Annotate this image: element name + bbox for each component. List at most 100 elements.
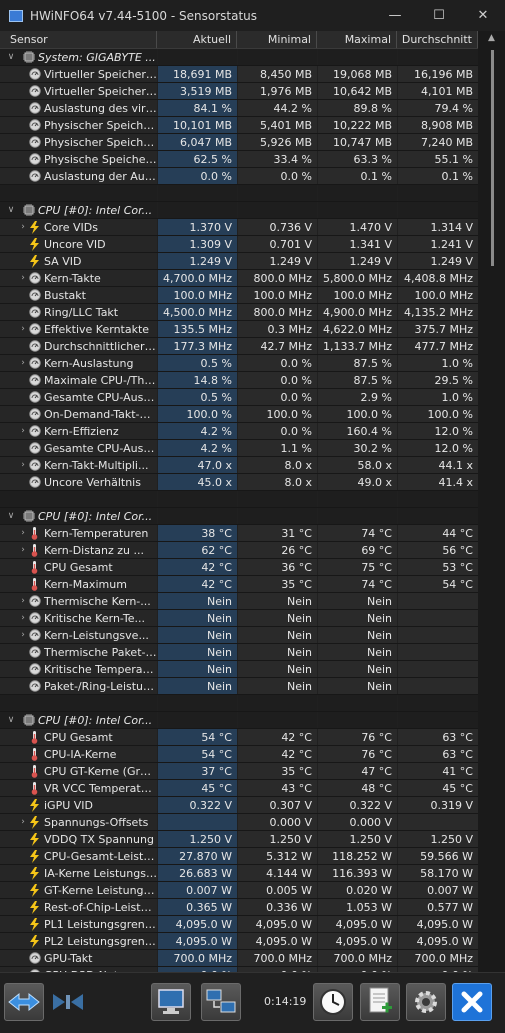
sensor-row[interactable]: GPU-Takt 700.0 MHz 700.0 MHz 700.0 MHz 700.0… [0, 950, 478, 967]
sensor-row[interactable]: › Kern-Auslastung 0.5 % 0.0 % 87.5 % 1.0 % [0, 355, 478, 372]
sensor-row[interactable]: CPU-IA-Kerne 54 °C 42 °C 76 °C 63 °C [0, 746, 478, 763]
expand-chevron-icon[interactable]: › [18, 610, 28, 626]
sensor-row[interactable]: SA VID 1.249 V 1.249 V 1.249 V 1.249 V [0, 253, 478, 270]
collapse-chevron-icon[interactable]: ∨ [4, 712, 18, 728]
sensor-row[interactable]: IA-Kerne Leistungsa... 26.683 W 4.144 W 116… [0, 865, 478, 882]
sensor-row[interactable]: Uncore Verhältnis 45.0 x 8.0 x 49.0 x 41.4 x [0, 474, 478, 491]
sensor-row[interactable]: › Kern-Takt-Multipli... 47.0 x 8.0 x 58.0 x4… [0, 457, 478, 474]
close-button[interactable]: ✕ [461, 0, 505, 31]
sensor-group-row[interactable]: ∨ System: GIGABYTE ... [0, 49, 478, 66]
sensor-row[interactable]: Bustakt 100.0 MHz 100.0 MHz 100.0 MHz 100.0 … [0, 287, 478, 304]
sensor-label: Kern-Effizienz [44, 424, 119, 438]
sensor-group-row[interactable]: ∨ CPU [#0]: Intel Cor... [0, 202, 478, 219]
scroll-up-arrow-icon[interactable]: ▲ [483, 33, 500, 47]
thermometer-icon [28, 764, 41, 778]
sensor-row[interactable]: › Core VIDs 1.370 V 0.736 V 1.470 V 1.314 V [0, 219, 478, 236]
exit-button[interactable] [452, 983, 492, 1021]
sensor-row[interactable]: Auslastung des virtu... 84.1 % 44.2 % 89.8 … [0, 100, 478, 117]
column-sensor[interactable]: Sensor [0, 31, 157, 48]
sensor-row[interactable]: Virtueller Speicher v... 3,519 MB 1,976 MB… [0, 83, 478, 100]
sensor-name-cell: Gesamte CPU-Ausla... [0, 440, 157, 456]
expand-chevron-icon[interactable]: › [18, 219, 28, 235]
sensor-row[interactable]: Virtueller Speicher z... 18,691 MB 8,450 M… [0, 66, 478, 83]
sensor-group-row[interactable]: ∨ CPU [#0]: Intel Cor... [0, 508, 478, 525]
gauge-icon [28, 340, 41, 353]
value-maximal: 69 °C [317, 542, 397, 558]
scrollbar-thumb[interactable] [491, 50, 494, 266]
log-file-button[interactable] [360, 983, 400, 1021]
sensor-row[interactable]: Kritische Temperatur... Nein Nein Nein [0, 661, 478, 678]
sensor-row[interactable]: Kern-Maximum 42 °C 35 °C 74 °C 54 °C [0, 576, 478, 593]
sensor-row[interactable]: GT-Kerne Leistungsa... 0.007 W 0.005 W 0.02… [0, 882, 478, 899]
expand-chevron-icon[interactable]: › [18, 457, 28, 473]
sensor-row[interactable]: Ring/LLC Takt 4,500.0 MHz 800.0 MHz 4,900.0… [0, 304, 478, 321]
sensor-row[interactable]: Auslastung der Ausl... 0.0 % 0.0 % 0.1 % 0.1… [0, 168, 478, 185]
value-average: 29.5 % [397, 372, 478, 388]
sensor-row[interactable]: › Effektive Kerntakte 135.5 MHz 0.3 MHz 4,62… [0, 321, 478, 338]
column-minimal[interactable]: Minimal [237, 31, 317, 48]
sensor-row[interactable]: › Kern-Effizienz 4.2 % 0.0 % 160.4 % 12.0 % [0, 423, 478, 440]
gauge-icon [28, 136, 41, 149]
expand-chevron-icon[interactable]: › [18, 355, 28, 371]
value-maximal: 76 °C [317, 729, 397, 745]
value-maximal: 74 °C [317, 525, 397, 541]
expand-chevron-icon[interactable]: › [18, 627, 28, 643]
sensor-row[interactable]: iGPU VID 0.322 V 0.307 V 0.322 V 0.319 V [0, 797, 478, 814]
expand-chevron-icon[interactable]: › [18, 270, 28, 286]
sensor-row[interactable]: Maximale CPU-/Thre... 14.8 % 0.0 % 87.5 % 29… [0, 372, 478, 389]
sensor-label: CPU [#0]: Intel Cor... [38, 203, 153, 217]
sensor-row[interactable]: On-Demand-Takt-M... 100.0 % 100.0 % 100.0 %… [0, 406, 478, 423]
navigate-left-right-button[interactable] [4, 983, 44, 1021]
sensor-row[interactable]: Rest-of-Chip-Leistun... 0.365 W 0.336 W 1.0… [0, 899, 478, 916]
expand-chevron-icon[interactable]: › [18, 423, 28, 439]
value-current: 0.322 V [157, 797, 237, 813]
column-durchschnitt[interactable]: Durchschnitt [397, 31, 478, 48]
sensor-row[interactable]: CPU GT-Kerne (Grafik) 37 °C 35 °C 47 °C 41 °… [0, 763, 478, 780]
value-current: 54 °C [157, 746, 237, 762]
sensor-row[interactable]: › Thermische Kern-... Nein Nein Nein [0, 593, 478, 610]
collapse-chevron-icon[interactable]: ∨ [4, 508, 18, 524]
expand-chevron-icon[interactable]: › [18, 593, 28, 609]
sensor-row[interactable]: CPU-Gesamt-Leistun... 27.870 W 5.312 W 118.… [0, 848, 478, 865]
collapse-chevron-icon[interactable]: ∨ [4, 202, 18, 218]
sensor-row[interactable]: Thermische Paket-/R... Nein Nein Nein [0, 644, 478, 661]
sensor-label: VR VCC Temperatur ... [44, 781, 157, 795]
clock-reset-button[interactable] [313, 983, 353, 1021]
expand-chevron-icon[interactable]: › [18, 321, 28, 337]
column-aktuell[interactable]: Aktuell [157, 31, 237, 48]
sensor-row[interactable]: VR VCC Temperatur ... 45 °C 43 °C 48 °C 45 °… [0, 780, 478, 797]
sensor-row[interactable]: › Kern-Leistungsve... Nein Nein Nein [0, 627, 478, 644]
sensor-row[interactable]: CPU Gesamt 54 °C 42 °C 76 °C 63 °C [0, 729, 478, 746]
column-maximal[interactable]: Maximal [317, 31, 397, 48]
sensor-row[interactable]: Paket-/Ring-Leistun... Nein Nein Nein [0, 678, 478, 695]
value-minimal: 1.1 % [237, 440, 317, 456]
minimize-button[interactable]: — [373, 0, 417, 31]
sensor-row[interactable]: Durchschnittlicher Ef... 177.3 MHz 42.7 MH… [0, 338, 478, 355]
sensor-name-cell: › Core VIDs [0, 219, 157, 235]
sensor-row[interactable]: Uncore VID 1.309 V 0.701 V 1.341 V 1.241 V [0, 236, 478, 253]
sensor-row[interactable]: Physischer Speicher ... 10,101 MB 5,401 MB… [0, 117, 478, 134]
sensor-row[interactable]: › Kern-Takte 4,700.0 MHz 800.0 MHz 5,800.0 M… [0, 270, 478, 287]
sensor-row[interactable]: Gesamte CPU-Ausla... 4.2 % 1.1 % 30.2 % 12.0… [0, 440, 478, 457]
sensor-row[interactable]: VDDQ TX Spannung 1.250 V 1.250 V 1.250 V 1.2… [0, 831, 478, 848]
sensor-row[interactable]: › Spannungs-Offsets 0.000 V 0.000 V [0, 814, 478, 831]
expand-chevron-icon[interactable]: › [18, 814, 28, 830]
sensor-row[interactable]: Physischer Speicher ... 6,047 MB 5,926 MB 1… [0, 134, 478, 151]
sensor-row[interactable]: › Kern-Temperaturen 38 °C 31 °C 74 °C 44 °C [0, 525, 478, 542]
sensor-group-row[interactable]: ∨ CPU [#0]: Intel Cor... [0, 712, 478, 729]
network-button[interactable] [201, 983, 241, 1021]
monitor-button[interactable] [151, 983, 191, 1021]
collapse-arrows-button[interactable] [48, 983, 88, 1021]
sensor-row[interactable]: PL2 Leistungsgrenze... 4,095.0 W 4,095.0 W… [0, 933, 478, 950]
sensor-row[interactable]: Physische Speicher-... 62.5 % 33.4 % 63.3 %… [0, 151, 478, 168]
collapse-chevron-icon[interactable]: ∨ [4, 49, 18, 65]
expand-chevron-icon[interactable]: › [18, 525, 28, 541]
sensor-row[interactable]: › Kern-Distanz zu ... 62 °C 26 °C 69 °C 56 °C [0, 542, 478, 559]
sensor-row[interactable]: CPU Gesamt 42 °C 36 °C 75 °C 53 °C [0, 559, 478, 576]
sensor-row[interactable]: Gesamte CPU-Ausla... 0.5 % 0.0 % 2.9 % 1.0 % [0, 389, 478, 406]
maximize-button[interactable]: ☐ [417, 0, 461, 31]
sensor-row[interactable]: PL1 Leistungsgrenze... 4,095.0 W 4,095.0 W… [0, 916, 478, 933]
sensor-row[interactable]: › Kritische Kern-Te... Nein Nein Nein [0, 610, 478, 627]
expand-chevron-icon[interactable]: › [18, 542, 28, 558]
settings-button[interactable] [406, 983, 446, 1021]
